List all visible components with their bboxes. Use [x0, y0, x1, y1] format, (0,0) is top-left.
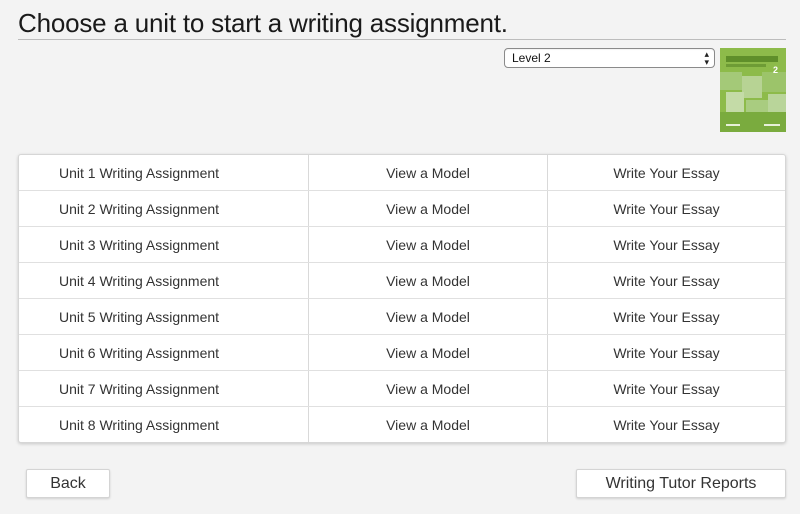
- unit-name: Unit 3 Writing Assignment: [59, 236, 220, 253]
- write-essay-link[interactable]: Write Your Essay: [547, 335, 785, 370]
- level-select-value: Level 2: [512, 51, 551, 65]
- table-row: Unit 4 Writing Assignment View a Model Wri…: [19, 262, 785, 298]
- write-essay-link[interactable]: Write Your Essay: [547, 155, 785, 190]
- page-title: Choose a unit to start a writing assignm…: [18, 8, 508, 38]
- unit-name: Unit 1 Writing Assignment: [59, 164, 220, 181]
- back-button[interactable]: Back: [26, 469, 110, 498]
- title-divider: [18, 39, 786, 40]
- unit-name: Unit 2 Writing Assignment: [59, 200, 220, 217]
- table-row: Unit 8 Writing Assignment View a Model Wri…: [19, 406, 785, 442]
- write-essay-link[interactable]: Write Your Essay: [547, 227, 785, 262]
- table-row: Unit 5 Writing Assignment View a Model Wri…: [19, 298, 785, 334]
- book-cover-image: 2: [720, 48, 786, 132]
- table-row: Unit 1 Writing Assignment View a Model Wri…: [19, 155, 785, 190]
- table-row: Unit 7 Writing Assignment View a Model Wri…: [19, 370, 785, 406]
- unit-name: Unit 4 Writing Assignment: [59, 272, 220, 289]
- view-model-link[interactable]: View a Model: [308, 155, 547, 190]
- select-arrows-icon: ▴ ▾: [704, 49, 709, 67]
- view-model-link[interactable]: View a Model: [308, 227, 547, 262]
- view-model-link[interactable]: View a Model: [308, 263, 547, 298]
- table-row: Unit 3 Writing Assignment View a Model Wri…: [19, 226, 785, 262]
- writing-tutor-reports-button[interactable]: Writing Tutor Reports: [576, 469, 786, 498]
- write-essay-link[interactable]: Write Your Essay: [547, 299, 785, 334]
- view-model-link[interactable]: View a Model: [308, 299, 547, 334]
- level-select[interactable]: Level 2 ▴ ▾: [504, 48, 715, 68]
- view-model-link[interactable]: View a Model: [308, 191, 547, 226]
- book-cover-number: 2: [772, 65, 778, 75]
- write-essay-link[interactable]: Write Your Essay: [547, 263, 785, 298]
- unit-name: Unit 8 Writing Assignment: [59, 416, 220, 433]
- unit-name: Unit 7 Writing Assignment: [59, 380, 220, 397]
- unit-name: Unit 5 Writing Assignment: [59, 308, 220, 325]
- units-table: Unit 1 Writing Assignment View a Model Wri…: [18, 154, 786, 443]
- view-model-link[interactable]: View a Model: [308, 335, 547, 370]
- write-essay-link[interactable]: Write Your Essay: [547, 371, 785, 406]
- table-row: Unit 6 Writing Assignment View a Model Wri…: [19, 334, 785, 370]
- write-essay-link[interactable]: Write Your Essay: [547, 407, 785, 442]
- view-model-link[interactable]: View a Model: [308, 371, 547, 406]
- unit-name: Unit 6 Writing Assignment: [59, 344, 220, 361]
- table-row: Unit 2 Writing Assignment View a Model Wri…: [19, 190, 785, 226]
- write-essay-link[interactable]: Write Your Essay: [547, 191, 785, 226]
- view-model-link[interactable]: View a Model: [308, 407, 547, 442]
